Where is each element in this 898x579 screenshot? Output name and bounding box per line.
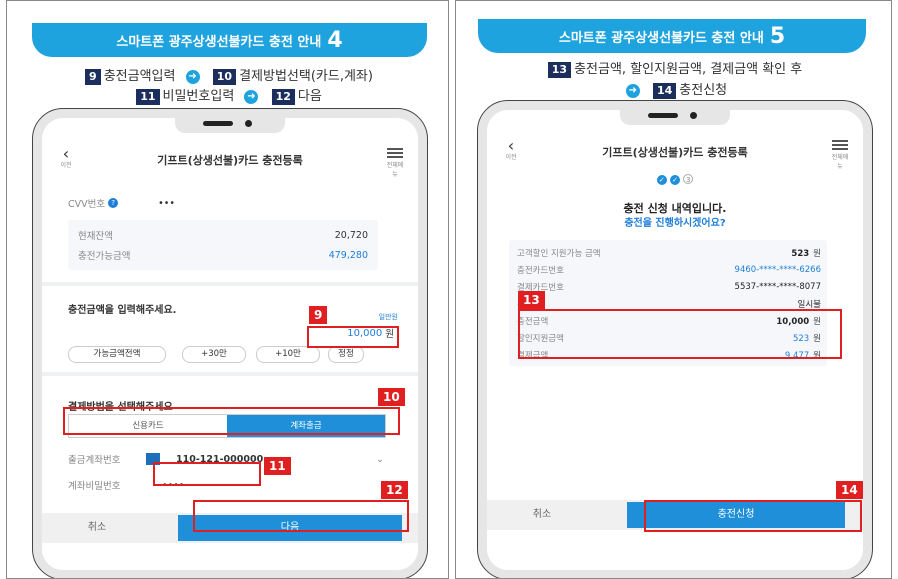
step-instructions-line-2: 11 비밀번호입력 ➜ 12 다음 — [7, 85, 448, 105]
step-text-14: 충전신청 — [679, 83, 728, 98]
summary-row-label: 고객할인 지원가능 금액 — [517, 248, 601, 259]
step-badge-13: 13 — [547, 61, 572, 78]
chip-plus-30[interactable]: +30만 — [182, 346, 246, 363]
step-done-icon: ✓ — [670, 175, 680, 185]
step-text-13: 충전금액, 할인지원금액, 결제금액 확인 후 — [574, 62, 803, 77]
banner-number: 4 — [327, 27, 343, 53]
summary-row: 고객할인 지원가능 금액 523 원 — [517, 244, 821, 261]
summary-row-amount: 5537-****-****-8077 — [734, 281, 821, 292]
guide-panel-step-5: 스마트폰 광주상생선불카드 충전 안내 5 13 충전금액, 할인지원금액, 결제… — [455, 0, 892, 579]
step-instructions-line-2: ➜ 14 충전신청 — [456, 79, 891, 99]
amount-heading: 충전금액을 입력해주세요. — [68, 301, 176, 316]
menu-button[interactable]: 전체메뉴 — [384, 146, 406, 178]
arrow-right-icon: ➜ — [185, 69, 200, 84]
phone-notch — [620, 110, 730, 125]
app-header: ‹ 이전 기프트(상생선불)카드 충전등록 전체메뉴 — [42, 144, 418, 178]
info-icon[interactable]: ? — [108, 198, 119, 208]
step-badge-14: 14 — [652, 82, 677, 99]
chip-plus-10[interactable]: +10만 — [256, 346, 320, 363]
balance-row: 현재잔액 20,720 — [78, 228, 368, 243]
step-banner: 스마트폰 광주상생선불카드 충전 안내 5 — [478, 19, 866, 53]
summary-row: 결제카드번호 5537-****-****-8077 — [517, 278, 821, 295]
chip-reset[interactable]: 정정 — [328, 346, 364, 363]
step-text-10: 결제방법선택(카드,계좌) — [239, 69, 373, 84]
amount-unit-hint: 일만원 — [379, 312, 398, 322]
account-label: 출금계좌번호 — [68, 455, 121, 466]
cvv-input[interactable]: ••• — [158, 198, 175, 209]
cvv-label: CVV번호 — [68, 199, 106, 210]
step-badge-12: 12 — [271, 88, 295, 105]
step-text-12: 다음 — [297, 89, 322, 104]
arrow-right-icon: ➜ — [625, 83, 640, 98]
banner-title: 스마트폰 광주상생선불카드 충전 안내 — [116, 34, 322, 50]
amount-unit-hint-text: 일만원 — [378, 313, 398, 321]
chargeable-value: 479,280 — [328, 249, 368, 261]
summary-row-label: 충전카드번호 — [517, 265, 564, 276]
divider — [42, 282, 418, 286]
step-banner: 스마트폰 광주상생선불카드 충전 안내 4 — [32, 23, 427, 57]
summary-row-amount: 일시불 — [797, 299, 821, 310]
step-instructions-line-1: 13 충전금액, 할인지원금액, 결제금액 확인 후 — [456, 58, 891, 78]
banner-number: 5 — [769, 23, 786, 49]
menu-button[interactable]: 전체메뉴 — [829, 138, 851, 170]
label-10: 10 — [378, 388, 405, 406]
highlight-amount — [307, 326, 399, 348]
summary-row-value: 9460-****-****-6266 — [735, 265, 821, 275]
cancel-button[interactable]: 취소 — [487, 502, 597, 528]
chargeable-label: 충전가능금액 — [78, 251, 131, 262]
highlight-apply — [644, 500, 862, 532]
step-badge-9: 9 — [85, 68, 101, 85]
label-14: 14 — [836, 481, 863, 499]
label-13: 13 — [518, 291, 545, 309]
cancel-button[interactable]: 취소 — [42, 515, 152, 541]
phone-notch — [175, 118, 285, 133]
cvv-row: CVV번호 ? ••• — [68, 196, 175, 211]
page-title: 기프트(상생선불)카드 충전등록 — [602, 146, 748, 159]
step-badge-11: 11 — [136, 88, 160, 105]
highlight-pay-method — [63, 407, 400, 435]
chevron-down-icon[interactable]: ⌄ — [376, 454, 384, 465]
amount-heading-text: 충전금액을 입력해주세요. — [68, 305, 177, 316]
highlight-next — [193, 500, 409, 532]
summary-row-value: 5537-****-****-8077 — [735, 282, 821, 292]
menu-label: 전체메뉴 — [831, 154, 849, 170]
step-instructions-line-1: 9 충전금액입력 ➜ 10 결제방법선택(카드,계좌) — [7, 65, 448, 85]
summary-row-amount: 9460-****-****-6266 — [734, 264, 821, 275]
balance-label: 현재잔액 — [78, 231, 113, 242]
chip-all-available[interactable]: 가능금액전액 — [68, 346, 166, 363]
divider — [42, 372, 418, 376]
highlight-password — [153, 462, 261, 486]
app-header: ‹ 이전 기프트(상생선불)카드 충전등록 전체메뉴 — [487, 136, 863, 170]
highlight-summary — [518, 309, 842, 359]
page-title: 기프트(상생선불)카드 충전등록 — [157, 154, 303, 167]
guide-panel-step-4: 스마트폰 광주상생선불카드 충전 안내 4 9 충전금액입력 ➜ 10 결제방법선택… — [6, 0, 449, 579]
step-current-indicator: 3 — [683, 174, 694, 184]
balance-value: 20,720 — [334, 229, 368, 241]
summary-row-unit: 원 — [813, 248, 821, 259]
confirm-question: 충전을 진행하시겠어요? — [624, 218, 726, 229]
step-text-9: 충전금액입력 — [103, 69, 176, 84]
menu-label: 전체메뉴 — [386, 162, 404, 178]
step-text-11: 비밀번호입력 — [162, 89, 235, 104]
banner-title: 스마트폰 광주상생선불카드 충전 안내 — [558, 30, 764, 46]
label-12: 12 — [381, 481, 408, 499]
chargeable-row: 충전가능금액 479,280 — [78, 248, 368, 263]
step-done-icon: ✓ — [656, 175, 667, 185]
label-11: 11 — [264, 457, 291, 475]
step-badge-10: 10 — [212, 68, 237, 85]
arrow-right-icon: ➜ — [244, 89, 259, 104]
summary-row-value: 523 원 — [791, 247, 821, 259]
label-9: 9 — [309, 306, 328, 324]
progress-steps: ✓ ✓ 3 — [487, 174, 863, 185]
summary-row: 충전카드번호 9460-****-****-6266 — [517, 261, 821, 278]
summary-row-amount: 523 — [791, 248, 810, 259]
password-label: 계좌비밀번호 — [68, 481, 121, 492]
summary-row-value: 일시불 — [798, 298, 821, 310]
